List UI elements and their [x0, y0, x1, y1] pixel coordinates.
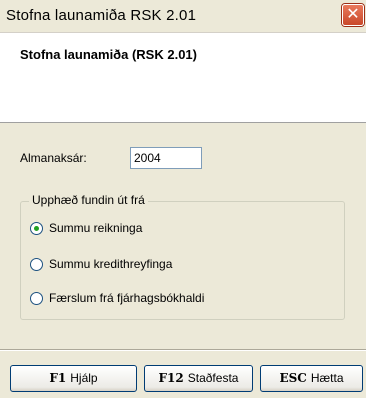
shortcut-key: F12 — [158, 371, 184, 385]
year-input[interactable] — [130, 147, 202, 169]
radio-label: Færslum frá fjárhagsbókhaldi — [49, 291, 205, 305]
radio-button-checked[interactable] — [30, 222, 43, 235]
page-title: Stofna launamiða (RSK 2.01) — [20, 47, 197, 62]
help-button[interactable]: F1 Hjálp — [10, 365, 137, 392]
group-label: Upphæð fundin út frá — [29, 193, 148, 207]
window-title: Stofna launamiða RSK 2.01 — [6, 7, 197, 24]
radio-label: Summu kredithreyfinga — [49, 257, 173, 271]
radio-label: Summu reikninga — [49, 221, 143, 235]
shortcut-key: ESC — [279, 371, 307, 385]
button-label: Hætta — [310, 371, 344, 385]
button-label: Staðfesta — [187, 371, 239, 385]
year-label: Almanaksár: — [20, 151, 87, 165]
close-button[interactable]: ✕ — [342, 4, 364, 26]
shortcut-key: F1 — [49, 371, 67, 385]
radio-button[interactable] — [30, 258, 43, 271]
title-bar: Stofna launamiða RSK 2.01 ✕ — [0, 0, 366, 33]
button-label: Hjálp — [70, 371, 98, 385]
cancel-button[interactable]: ESC Hætta — [260, 365, 363, 392]
radio-button[interactable] — [30, 292, 43, 305]
confirm-button[interactable]: F12 Staðfesta — [144, 365, 253, 392]
close-icon: ✕ — [346, 6, 360, 23]
